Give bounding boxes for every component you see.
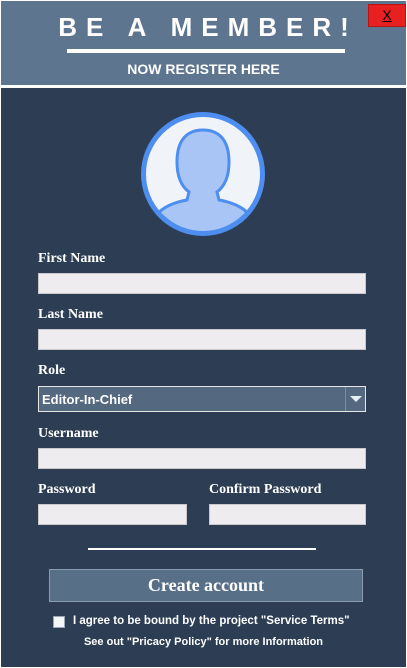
user-avatar-icon	[141, 112, 265, 236]
page-subtitle: NOW REGISTER HERE	[127, 61, 280, 77]
role-label: Role	[38, 363, 66, 378]
create-account-button[interactable]: Create account	[49, 569, 363, 602]
username-input[interactable]	[38, 448, 366, 469]
page-title: BE A MEMBER!	[58, 12, 358, 42]
password-input[interactable]	[38, 504, 187, 525]
username-label: Username	[38, 426, 99, 441]
registration-window: BE A MEMBER! NOW REGISTER HERE X First N…	[0, 0, 407, 668]
password-label: Password	[38, 482, 96, 497]
agree-terms-label: I agree to be bound by the project "Serv…	[73, 615, 350, 627]
role-selected-value: Editor-In-Chief	[42, 392, 133, 407]
confirm-password-label: Confirm Password	[209, 482, 322, 497]
header-banner: BE A MEMBER! NOW REGISTER HERE	[1, 1, 406, 85]
close-label: X	[382, 7, 392, 23]
agree-terms-checkbox[interactable]	[53, 616, 65, 628]
role-select[interactable]: Editor-In-Chief	[38, 386, 366, 412]
form-divider	[88, 548, 316, 550]
last-name-input[interactable]	[38, 329, 366, 350]
first-name-label: First Name	[38, 251, 106, 266]
confirm-password-input[interactable]	[209, 504, 366, 525]
close-button[interactable]: X	[368, 4, 406, 27]
chevron-down-icon[interactable]	[345, 387, 365, 411]
first-name-input[interactable]	[38, 273, 366, 294]
privacy-policy-text: See out "Pricacy Policy" for more Inform…	[83, 636, 324, 648]
header-divider	[67, 49, 345, 53]
last-name-label: Last Name	[38, 307, 103, 322]
